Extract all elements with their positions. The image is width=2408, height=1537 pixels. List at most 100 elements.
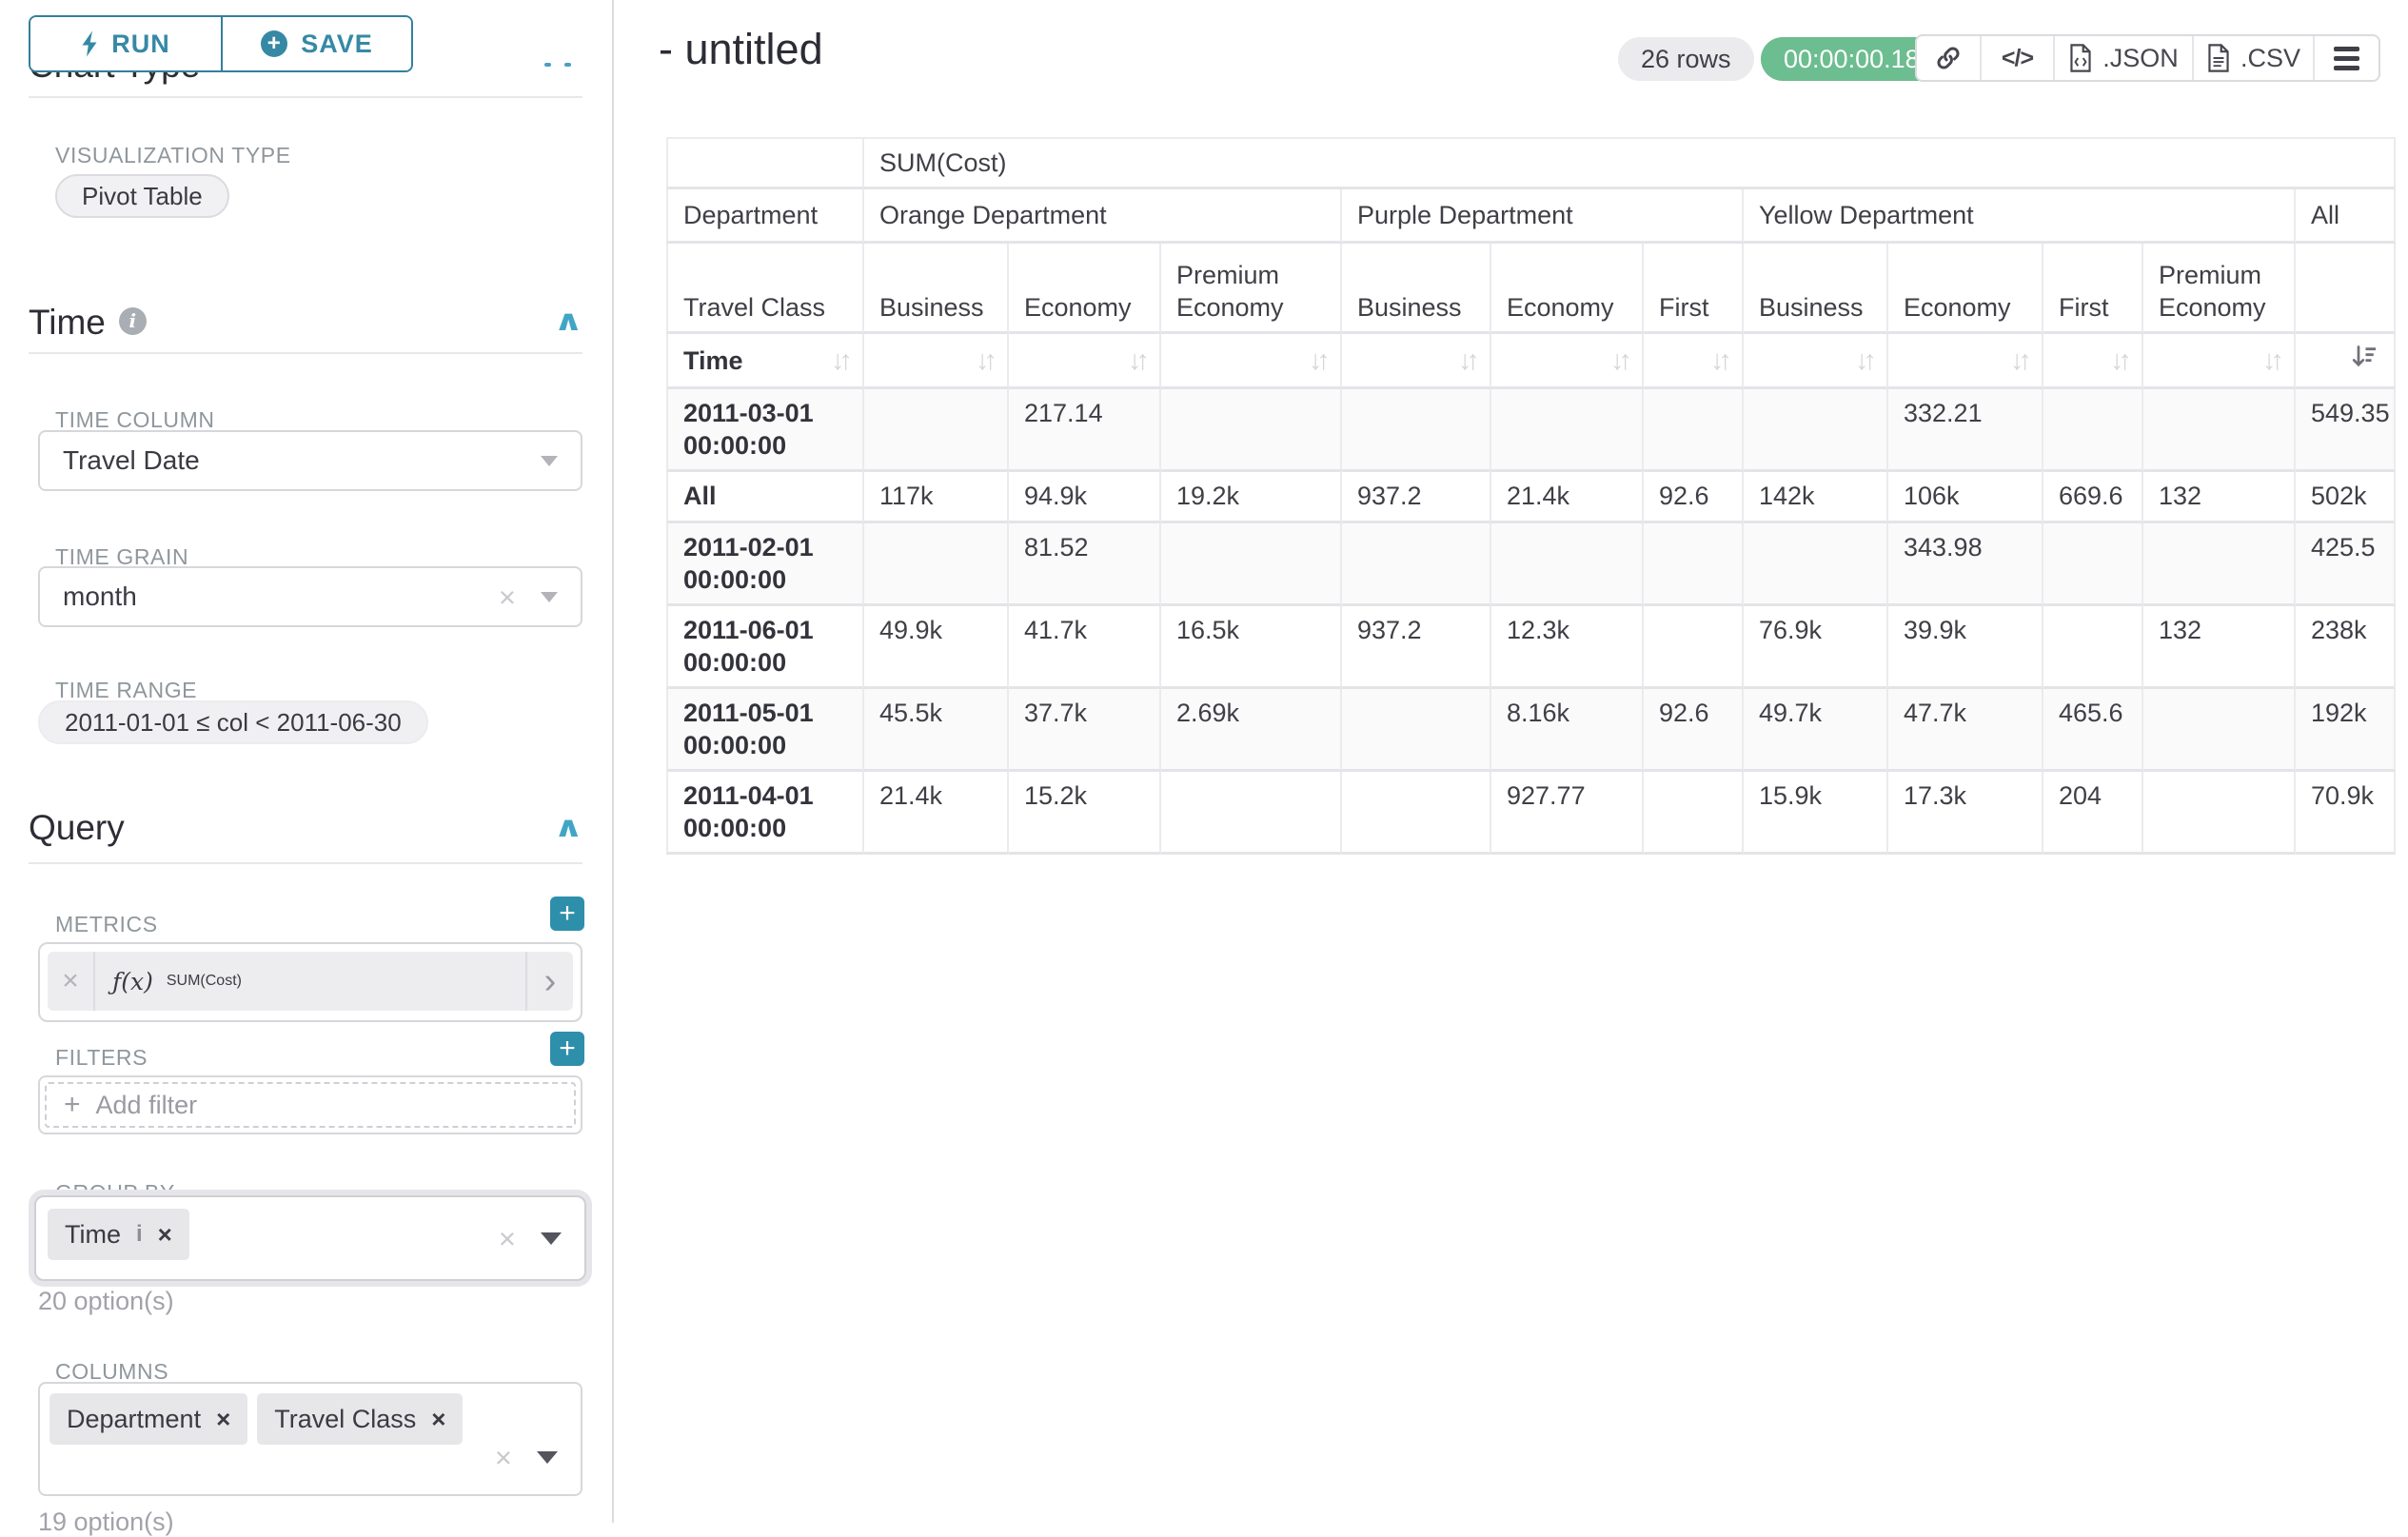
sort-icon[interactable]: ↓↑ — [831, 345, 847, 377]
metric-header-row: SUM(Cost) — [666, 137, 2396, 189]
filters-label: FILTERS — [55, 1045, 148, 1071]
value-cell: 132 — [2143, 472, 2296, 523]
remove-chip-icon[interactable]: × — [216, 1405, 230, 1434]
value-cell: 37.7k — [1009, 689, 1161, 772]
column-sort-cell[interactable]: ↓↑ — [1888, 334, 2043, 389]
metric-header-cell: SUM(Cost) — [864, 137, 2396, 189]
sort-icon[interactable]: ↓↑ — [1855, 345, 1871, 376]
value-cell — [2143, 389, 2296, 472]
visualization-type-value[interactable]: Pivot Table — [55, 174, 229, 218]
value-cell: 76.9k — [1744, 606, 1888, 689]
value-cell: 15.2k — [1009, 772, 1161, 855]
save-button-label: SAVE — [301, 30, 373, 59]
time-range-value[interactable]: 2011-01-01 ≤ col < 2011-06-30 — [38, 700, 428, 744]
chevron-right-icon[interactable]: › — [525, 952, 573, 1011]
value-cell — [1342, 772, 1491, 855]
columns-label: COLUMNS — [55, 1359, 168, 1385]
value-cell — [1342, 389, 1491, 472]
value-cell: 192k — [2296, 689, 2396, 772]
chart-title[interactable]: - untitled — [659, 25, 823, 74]
section-divider — [29, 96, 582, 98]
column-sort-cell[interactable]: ↓↑ — [2043, 334, 2143, 389]
chevron-up-icon[interactable]: ∧ — [553, 811, 583, 844]
value-cell: 41.7k — [1009, 606, 1161, 689]
value-cell: 204 — [2043, 772, 2143, 855]
travel-class-header: Business — [1342, 244, 1491, 334]
value-cell: 17.3k — [1888, 772, 2043, 855]
column-sort-cell[interactable]: ↓↑ — [1644, 334, 1744, 389]
add-filter-button[interactable]: + Add filter — [45, 1082, 576, 1128]
remove-metric-icon[interactable]: × — [48, 952, 95, 1011]
value-cell — [1644, 523, 1744, 606]
column-sort-cell[interactable]: ↓↑ — [1009, 334, 1161, 389]
column-sort-cell[interactable] — [2296, 334, 2396, 389]
menu-button[interactable] — [2313, 36, 2378, 80]
chevron-down-icon[interactable] — [537, 1451, 558, 1464]
sort-desc-icon[interactable] — [2350, 343, 2378, 371]
value-cell: 332.21 — [1888, 389, 2043, 472]
sort-icon[interactable]: ↓↑ — [1610, 345, 1627, 376]
columns-chip-department[interactable]: Department × — [49, 1393, 247, 1445]
chevron-down-icon[interactable] — [541, 1232, 562, 1245]
value-cell: 927.77 — [1491, 772, 1644, 855]
run-button-label: RUN — [111, 30, 170, 59]
group-by-select[interactable]: Time i × × — [34, 1195, 586, 1281]
sort-icon[interactable]: ↓↑ — [976, 345, 992, 376]
remove-chip-icon[interactable]: × — [158, 1220, 172, 1250]
value-cell: 92.6 — [1644, 472, 1744, 523]
export-csv-button[interactable]: .CSV — [2192, 36, 2313, 80]
department-header-row: DepartmentOrange DepartmentPurple Depart… — [666, 189, 2396, 244]
sort-icon[interactable]: ↓↑ — [1309, 345, 1325, 376]
time-sort-cell[interactable]: Time↓↑ — [666, 334, 864, 389]
export-json-label: .JSON — [2102, 44, 2179, 73]
sort-icon[interactable]: ↓↑ — [1458, 345, 1474, 376]
value-cell: 70.9k — [2296, 772, 2396, 855]
metric-chip[interactable]: × ƒ(x) SUM(Cost) › — [48, 952, 573, 1011]
value-cell: 238k — [2296, 606, 2396, 689]
column-sort-cell[interactable]: ↓↑ — [1342, 334, 1491, 389]
value-cell: 81.52 — [1009, 523, 1161, 606]
row-count-badge: 26 rows — [1618, 37, 1754, 81]
run-button[interactable]: RUN — [30, 17, 221, 70]
add-filter-plus-button[interactable]: + — [550, 1032, 584, 1066]
value-cell: 49.7k — [1744, 689, 1888, 772]
sort-icon[interactable]: ↓↑ — [1128, 345, 1144, 376]
value-cell — [1491, 523, 1644, 606]
chevron-up-icon[interactable]: ∧ — [553, 305, 583, 338]
columns-select[interactable]: Department × Travel Class × × — [38, 1382, 582, 1496]
clear-icon[interactable]: × — [495, 1443, 512, 1472]
add-metric-button[interactable]: + — [550, 897, 584, 931]
table-row: 2011-03-01 00:00:00217.14332.21549.35 — [666, 389, 2396, 472]
sort-icon[interactable]: ↓↑ — [2110, 345, 2126, 376]
column-sort-cell[interactable]: ↓↑ — [1161, 334, 1342, 389]
time-column-select[interactable]: Travel Date — [38, 430, 582, 491]
view-query-button[interactable]: </> — [1980, 36, 2053, 80]
clear-icon[interactable]: × — [499, 1224, 516, 1253]
filters-control: + Add filter — [38, 1075, 582, 1134]
value-cell: 39.9k — [1888, 606, 2043, 689]
info-icon: i — [119, 307, 147, 335]
column-sort-cell[interactable]: ↓↑ — [1491, 334, 1644, 389]
group-by-options-hint: 20 option(s) — [38, 1287, 174, 1316]
time-grain-select[interactable]: month × — [38, 566, 582, 627]
group-by-chip-time[interactable]: Time i × — [48, 1209, 189, 1260]
panel-resize-dots[interactable] — [544, 63, 571, 67]
info-icon: i — [136, 1221, 143, 1248]
plus-circle-icon: + — [261, 30, 287, 57]
sort-icon[interactable]: ↓↑ — [2010, 345, 2026, 376]
column-sort-cell[interactable]: ↓↑ — [1744, 334, 1888, 389]
column-sort-cell[interactable]: ↓↑ — [2143, 334, 2296, 389]
value-cell — [1342, 689, 1491, 772]
json-file-icon — [2068, 44, 2093, 72]
save-button[interactable]: + SAVE — [221, 17, 411, 70]
clear-icon[interactable]: × — [499, 582, 516, 612]
columns-chip-travel-class[interactable]: Travel Class × — [257, 1393, 463, 1445]
column-sort-cell[interactable]: ↓↑ — [864, 334, 1009, 389]
value-cell: 106k — [1888, 472, 2043, 523]
copy-link-button[interactable] — [1917, 36, 1980, 80]
sort-icon[interactable]: ↓↑ — [2262, 345, 2279, 376]
sort-icon[interactable]: ↓↑ — [1710, 345, 1727, 376]
chevron-down-icon — [541, 592, 558, 602]
export-json-button[interactable]: .JSON — [2053, 36, 2192, 80]
remove-chip-icon[interactable]: × — [431, 1405, 445, 1434]
